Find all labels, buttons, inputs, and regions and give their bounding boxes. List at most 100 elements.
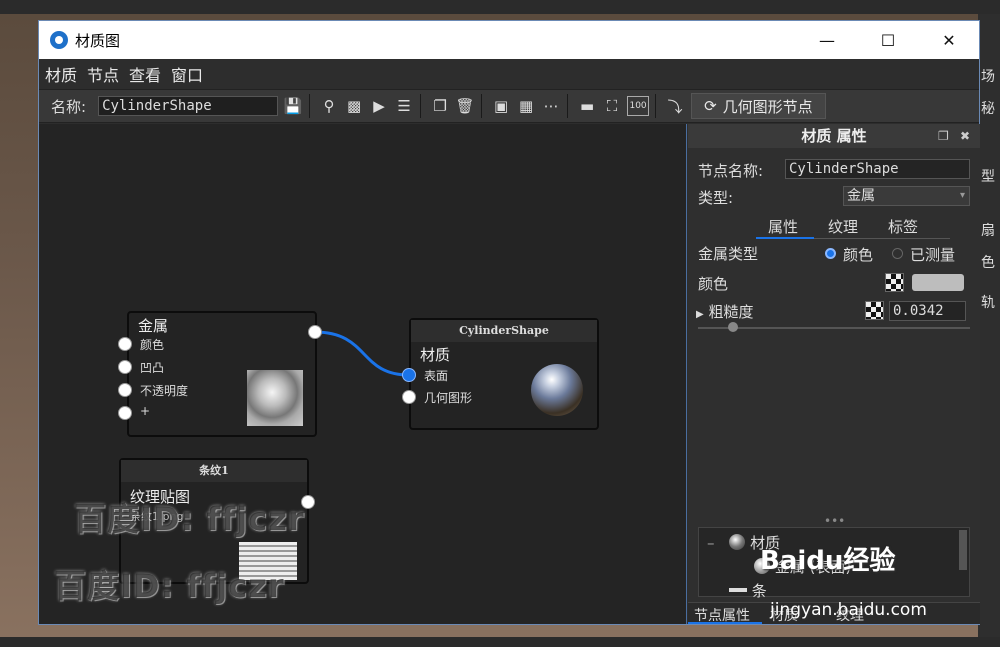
play-icon[interactable]: ▶ bbox=[369, 96, 389, 116]
trash-icon[interactable]: 🗑 bbox=[455, 96, 475, 116]
radio-color-label: 颜色 bbox=[843, 246, 874, 264]
checker-icon[interactable]: ▩ bbox=[344, 96, 364, 116]
menu-view[interactable]: 查看 bbox=[129, 62, 161, 86]
metal-label-bump: 凹凸 bbox=[140, 361, 165, 375]
tab-divider bbox=[814, 238, 950, 239]
roughness-input[interactable]: 0.0342 bbox=[889, 301, 966, 321]
expand-arrow-icon[interactable]: ▶ bbox=[696, 309, 704, 320]
metal-port-output[interactable] bbox=[308, 325, 322, 339]
name-label: 名称: bbox=[51, 97, 87, 116]
menu-bar: 材质 节点 查看 窗口 bbox=[39, 59, 979, 89]
minimize-button[interactable]: — bbox=[804, 21, 850, 59]
copy-icon[interactable]: ❐ bbox=[430, 96, 450, 116]
refresh-icon: ⟳ bbox=[704, 97, 717, 115]
metal-label-color: 颜色 bbox=[140, 338, 165, 352]
radio-measured-label: 已测量 bbox=[910, 246, 956, 264]
metal-type-label: 金属类型 bbox=[698, 245, 759, 263]
geometry-node-label: 几何图形节点 bbox=[722, 97, 813, 116]
roughness-texture-icon[interactable] bbox=[865, 301, 884, 320]
dots-icon[interactable]: ⋯ bbox=[541, 96, 561, 116]
bg-char: 场 bbox=[981, 69, 995, 85]
toolbar-separator bbox=[567, 94, 569, 118]
sliders-icon[interactable]: ☰ bbox=[394, 96, 414, 116]
bg-char: 秘 bbox=[981, 101, 995, 117]
tab-texture[interactable]: 纹理 bbox=[828, 216, 858, 237]
menu-node[interactable]: 节点 bbox=[87, 62, 119, 86]
node-add-icon[interactable]: ▣ bbox=[491, 96, 511, 116]
material-node-header: CylinderShape bbox=[411, 320, 597, 342]
zoom-100-icon[interactable]: 100 bbox=[627, 96, 650, 116]
app-icon bbox=[50, 31, 68, 49]
close-panel-icon[interactable]: ✖ bbox=[960, 124, 970, 148]
baidu-logo: Baidu经验 bbox=[760, 546, 896, 576]
type-label: 类型: bbox=[698, 189, 734, 207]
metal-port-opacity[interactable] bbox=[118, 383, 132, 397]
search-icon[interactable]: ⚲ bbox=[319, 96, 339, 116]
roughness-label: ▶ 粗糙度 bbox=[696, 301, 754, 322]
toolbar: 名称: CylinderShape 💾 ⚲ ▩ ▶ ☰ ❐ 🗑 ▣ ▦ ⋯ ▬ … bbox=[39, 89, 979, 123]
watermark-2: 百度ID: ffjczr bbox=[54, 567, 285, 605]
bottom-tab-underline bbox=[688, 622, 762, 624]
node-graph-canvas[interactable]: 金属 颜色 凹凸 不透明度 + CylinderShape 材质 表面 几何图形… bbox=[39, 124, 687, 624]
roughness-slider-handle[interactable] bbox=[728, 322, 738, 332]
material-label-surface: 表面 bbox=[424, 369, 449, 383]
window-title: 材质图 bbox=[75, 31, 121, 50]
frame-icon[interactable]: ⛶ bbox=[602, 96, 622, 116]
save-icon[interactable]: 💾 bbox=[283, 96, 303, 116]
panel-title: 材质 属性 bbox=[801, 127, 867, 145]
stripe-icon bbox=[729, 588, 747, 592]
grid-icon[interactable]: ▦ bbox=[516, 96, 536, 116]
connection-wire bbox=[314, 330, 410, 377]
bg-char: 扇 bbox=[981, 223, 995, 239]
menu-material[interactable]: 材质 bbox=[45, 62, 77, 86]
radio-color[interactable] bbox=[825, 248, 836, 259]
node-name-label: 节点名称: bbox=[698, 162, 764, 180]
tab-properties[interactable]: 属性 bbox=[768, 216, 798, 237]
maximize-button[interactable]: ☐ bbox=[865, 21, 911, 59]
geometry-node-button[interactable]: ⟳ 几何图形节点 bbox=[691, 93, 826, 119]
material-port-surface[interactable] bbox=[402, 368, 416, 382]
tree-scrollbar[interactable] bbox=[959, 530, 967, 570]
stripe-node-header: 条纹1 bbox=[121, 460, 307, 482]
toolbar-separator bbox=[309, 94, 311, 118]
color-swatch[interactable] bbox=[912, 274, 964, 291]
roughness-text: 粗糙度 bbox=[708, 303, 754, 321]
color-texture-icon[interactable] bbox=[885, 273, 904, 292]
tree-item-stripe[interactable]: 条 bbox=[729, 580, 767, 601]
metal-node-title: 金属 bbox=[138, 317, 169, 335]
background-right-panel: 场 秘 型 扇 色 轨 bbox=[978, 14, 1000, 647]
bg-char: 轨 bbox=[981, 295, 995, 311]
metal-port-add[interactable] bbox=[118, 406, 132, 420]
material-label-geometry: 几何图形 bbox=[424, 391, 473, 405]
menu-window[interactable]: 窗口 bbox=[171, 62, 203, 86]
type-select-value: 金属 bbox=[847, 188, 875, 204]
tab-tags[interactable]: 标签 bbox=[888, 216, 918, 237]
bg-char: 型 bbox=[981, 169, 995, 185]
float-icon[interactable]: ❐ bbox=[938, 124, 949, 148]
route-icon[interactable]: ⤵ bbox=[665, 96, 685, 116]
name-input[interactable]: CylinderShape bbox=[98, 96, 279, 116]
material-port-geometry[interactable] bbox=[402, 390, 416, 404]
watermark-1: 百度ID: ffjczr bbox=[74, 500, 305, 538]
metal-thumbnail bbox=[247, 370, 303, 426]
baidu-url: jingyan.baidu.com bbox=[770, 600, 927, 620]
active-tab-underline bbox=[756, 237, 814, 239]
node-name-input[interactable]: CylinderShape bbox=[785, 159, 970, 179]
background-topbar bbox=[0, 0, 1000, 14]
material-preview-sphere bbox=[531, 364, 583, 416]
metal-label-opacity: 不透明度 bbox=[140, 384, 189, 398]
splitter-handle[interactable]: ••• bbox=[824, 514, 845, 528]
metal-port-color[interactable] bbox=[118, 337, 132, 351]
roughness-slider-track[interactable] bbox=[698, 327, 970, 329]
color-label: 颜色 bbox=[698, 275, 729, 293]
radio-measured[interactable] bbox=[892, 248, 903, 259]
align-icon[interactable]: ▬ bbox=[577, 96, 597, 116]
bg-char: 色 bbox=[981, 255, 995, 271]
background-bottom bbox=[0, 637, 1000, 647]
type-select[interactable]: 金属 ▾ bbox=[843, 186, 970, 206]
material-node-title: 材质 bbox=[420, 346, 451, 364]
metal-port-bump[interactable] bbox=[118, 360, 132, 374]
toolbar-separator bbox=[481, 94, 483, 118]
toolbar-separator bbox=[420, 94, 422, 118]
close-button[interactable]: ✕ bbox=[926, 21, 972, 59]
